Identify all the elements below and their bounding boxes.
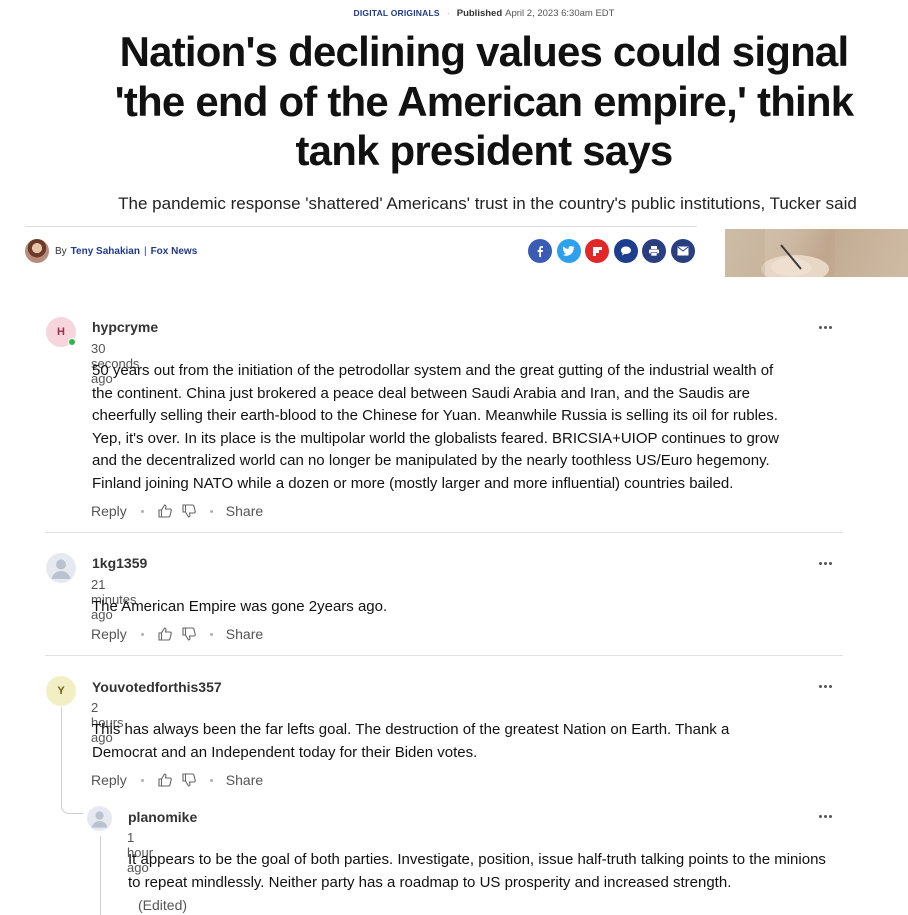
default-user-icon	[91, 811, 108, 828]
email-icon[interactable]	[670, 239, 695, 263]
action-separator	[209, 778, 213, 782]
meta-separator: ·	[446, 8, 450, 18]
more-options-icon[interactable]	[817, 811, 833, 821]
thumbs-down-icon[interactable]	[181, 772, 197, 788]
thread-line	[61, 707, 62, 807]
thumbs-up-icon[interactable]	[157, 503, 173, 519]
comment-line: It appears to be the goal of both partie…	[128, 851, 826, 868]
online-status-icon	[68, 338, 76, 346]
comment-divider	[45, 532, 843, 533]
comment-line: The American Empire was gone 2years ago.	[92, 598, 388, 615]
article-headline: Nation's declining values could signal '…	[114, 28, 854, 174]
header-divider	[25, 226, 697, 227]
comments-icon[interactable]	[613, 239, 638, 263]
share-button[interactable]: Share	[226, 503, 263, 519]
comment-actions: Reply Share	[91, 626, 263, 642]
avatar-initial: H	[57, 326, 65, 338]
thumbs-down-icon[interactable]	[181, 503, 197, 519]
published-date: April 2, 2023 6:30am EDT	[505, 8, 615, 19]
facebook-icon[interactable]	[528, 239, 552, 263]
user-avatar[interactable]: Y	[46, 676, 76, 706]
action-separator	[140, 509, 144, 513]
action-separator	[209, 632, 213, 636]
byline-pipe: |	[143, 245, 147, 257]
thread-connector	[61, 796, 83, 814]
action-separator	[140, 632, 144, 636]
comment-actions: Reply Share	[91, 772, 263, 788]
flipboard-icon[interactable]	[585, 239, 609, 263]
author-avatar[interactable]	[25, 239, 49, 263]
user-avatar[interactable]	[87, 806, 112, 831]
more-options-icon[interactable]	[817, 558, 833, 568]
comment-body: The American Empire was gone 2years ago.	[92, 596, 812, 619]
user-avatar[interactable]	[46, 553, 76, 583]
default-user-icon	[51, 559, 71, 579]
published-label: Published	[456, 8, 503, 19]
print-icon[interactable]	[642, 239, 666, 263]
comment-body: 50 years out from the initiation of the …	[92, 360, 812, 496]
comment-username[interactable]: planomike	[128, 809, 197, 825]
edited-label: (Edited)	[138, 897, 188, 914]
comment-body: This has always been the far lefts goal.…	[92, 719, 812, 764]
comment-actions: Reply Share	[91, 503, 263, 519]
user-avatar[interactable]: H	[46, 317, 76, 347]
comment-line: cheerfully selling their earth-blood to …	[92, 407, 778, 425]
byline: By Teny Sahakian | Fox News	[25, 238, 197, 264]
comment-line: Yep, it's over. In its place is the mult…	[92, 429, 779, 447]
twitter-icon[interactable]	[556, 239, 581, 263]
thumbs-down-icon[interactable]	[181, 626, 197, 642]
byline-by: By	[55, 245, 67, 257]
comment-line: This has always been the far lefts goal.…	[92, 721, 730, 738]
thumbs-up-icon[interactable]	[157, 626, 173, 642]
article-subheadline: The pandemic response 'shattered' Americ…	[118, 194, 857, 213]
avatar-initial: Y	[57, 685, 65, 697]
comment-line: and the decentralized world can no longe…	[92, 452, 770, 470]
comment-body: It appears to be the goal of both partie…	[128, 849, 843, 915]
comment-line: to repeat mindlessly. Neither party has …	[128, 873, 732, 891]
action-separator	[209, 509, 213, 513]
thumbs-up-icon[interactable]	[157, 772, 173, 788]
more-options-icon[interactable]	[817, 681, 833, 691]
comment-username[interactable]: hypcryme	[92, 319, 158, 335]
comment-line: Democrat and an Independent today for th…	[92, 743, 478, 761]
share-toolbar	[528, 239, 695, 263]
comment-line: Finland joining NATO while a dozen or mo…	[92, 474, 734, 492]
article-thumbnail-image[interactable]	[725, 229, 908, 277]
outlet-link[interactable]: Fox News	[151, 246, 198, 257]
author-link[interactable]: Teny Sahakian	[71, 246, 140, 257]
comment-divider	[45, 655, 843, 656]
share-button[interactable]: Share	[226, 772, 263, 788]
more-options-icon[interactable]	[817, 322, 833, 332]
share-button[interactable]: Share	[226, 626, 263, 642]
reply-button[interactable]: Reply	[91, 503, 127, 519]
thread-line	[100, 836, 101, 915]
article-meta: DIGITAL ORIGINALS · Published April 2, 2023…	[0, 8, 908, 19]
comment-line: the continent. China just brokered a pea…	[92, 384, 750, 402]
comment-username[interactable]: Youvotedforthis357	[92, 679, 222, 695]
action-separator	[140, 778, 144, 782]
reply-button[interactable]: Reply	[91, 772, 127, 788]
comment-username[interactable]: 1kg1359	[92, 555, 147, 571]
category-link[interactable]: DIGITAL ORIGINALS	[354, 8, 440, 18]
reply-button[interactable]: Reply	[91, 626, 127, 642]
comment-line: 50 years out from the initiation of the …	[92, 362, 774, 379]
